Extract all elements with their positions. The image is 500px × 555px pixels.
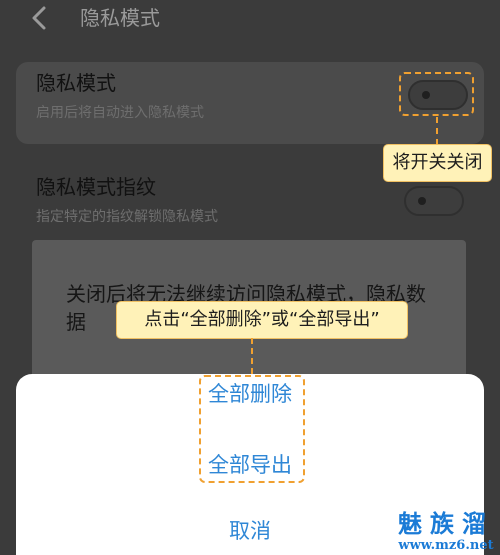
watermark-logo: 魅族溜 www.mz6.net [398, 509, 494, 554]
annotation-connector [251, 338, 253, 374]
annotation-connector [436, 117, 438, 145]
setting-description: 指定特定的指纹解锁隐私模式 [36, 209, 218, 225]
toggle-knob [418, 197, 426, 205]
callout-sheet-tip: 点击“全部删除”或“全部导出” [116, 301, 408, 339]
page-title: 隐私模式 [80, 6, 160, 30]
setting-title: 隐私模式 [36, 71, 116, 95]
setting-description: 启用后将自动进入隐私模式 [36, 105, 204, 121]
fingerprint-toggle[interactable] [404, 186, 464, 216]
watermark-name: 魅族溜 [398, 509, 494, 538]
callout-toggle-tip: 将开关关闭 [383, 144, 492, 182]
watermark-url: www.mz6.net [398, 538, 494, 553]
highlight-box-toggle [399, 72, 474, 116]
highlight-box-sheet-buttons [199, 375, 305, 483]
setting-title: 隐私模式指纹 [36, 175, 156, 199]
top-bar: 隐私模式 [0, 0, 500, 40]
chevron-left-icon[interactable] [28, 4, 52, 32]
